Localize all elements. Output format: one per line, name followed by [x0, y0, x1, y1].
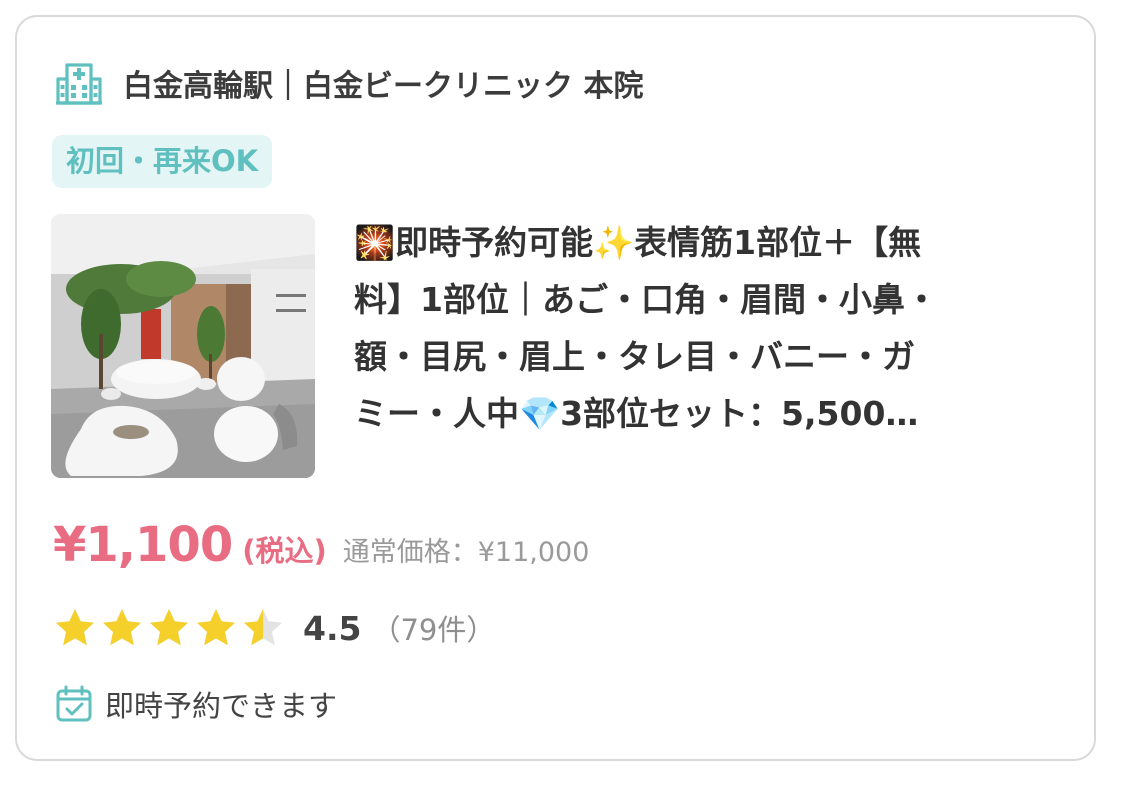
menu-title-line-1: 🎇即時予約可能✨表情筋1部位＋【無	[354, 223, 922, 262]
clinic-header: 白金高輪駅｜白金ビークリニック 本院	[55, 57, 643, 109]
visit-type-badge: 初回・再来OK	[52, 135, 273, 188]
star-icon	[56, 609, 94, 646]
star-rating	[54, 607, 289, 649]
hospital-icon	[56, 63, 102, 105]
menu-title-line-2: 料】1部位｜あご・口角・眉間・小鼻・	[354, 280, 938, 319]
instant-booking: 即時予約できます	[55, 684, 337, 724]
clinic-name[interactable]: 白金高輪駅｜白金ビークリニック 本院	[123, 61, 643, 105]
star-icon	[150, 609, 188, 646]
offer-card[interactable]: 白金高輪駅｜白金ビークリニック 本院 初回・再来OK 🎇即時予約可能✨表情筋1部…	[15, 15, 1096, 761]
tax-label: (税込)	[242, 534, 327, 568]
menu-title-line-4: ミー・人中💎3部位セット：5,500…	[354, 394, 919, 433]
clinic-lobby-photo	[51, 214, 315, 478]
price-amount: ¥1,100	[53, 517, 233, 573]
star-icon	[103, 609, 141, 646]
menu-title-line-3: 額・目尻・眉上・タレ目・バニー・ガ	[354, 337, 915, 376]
price-row: ¥1,100 (税込) 通常価格：¥11,000	[53, 517, 589, 573]
rating-score: 4.5	[303, 608, 362, 648]
regular-price: 通常価格：¥11,000	[342, 537, 590, 568]
clinic-thumbnail[interactable]	[51, 214, 315, 478]
star-icon	[197, 609, 235, 646]
rating-row[interactable]: 4.5 （79件）	[54, 607, 495, 649]
calendar-check-icon	[56, 685, 92, 722]
booking-label: 即時予約できます	[105, 689, 338, 723]
star-icon	[244, 609, 282, 646]
review-count: （79件）	[371, 613, 496, 647]
menu-title[interactable]: 🎇即時予約可能✨表情筋1部位＋【無 料】1部位｜あご・口角・眉間・小鼻・ 額・目…	[354, 214, 1054, 442]
